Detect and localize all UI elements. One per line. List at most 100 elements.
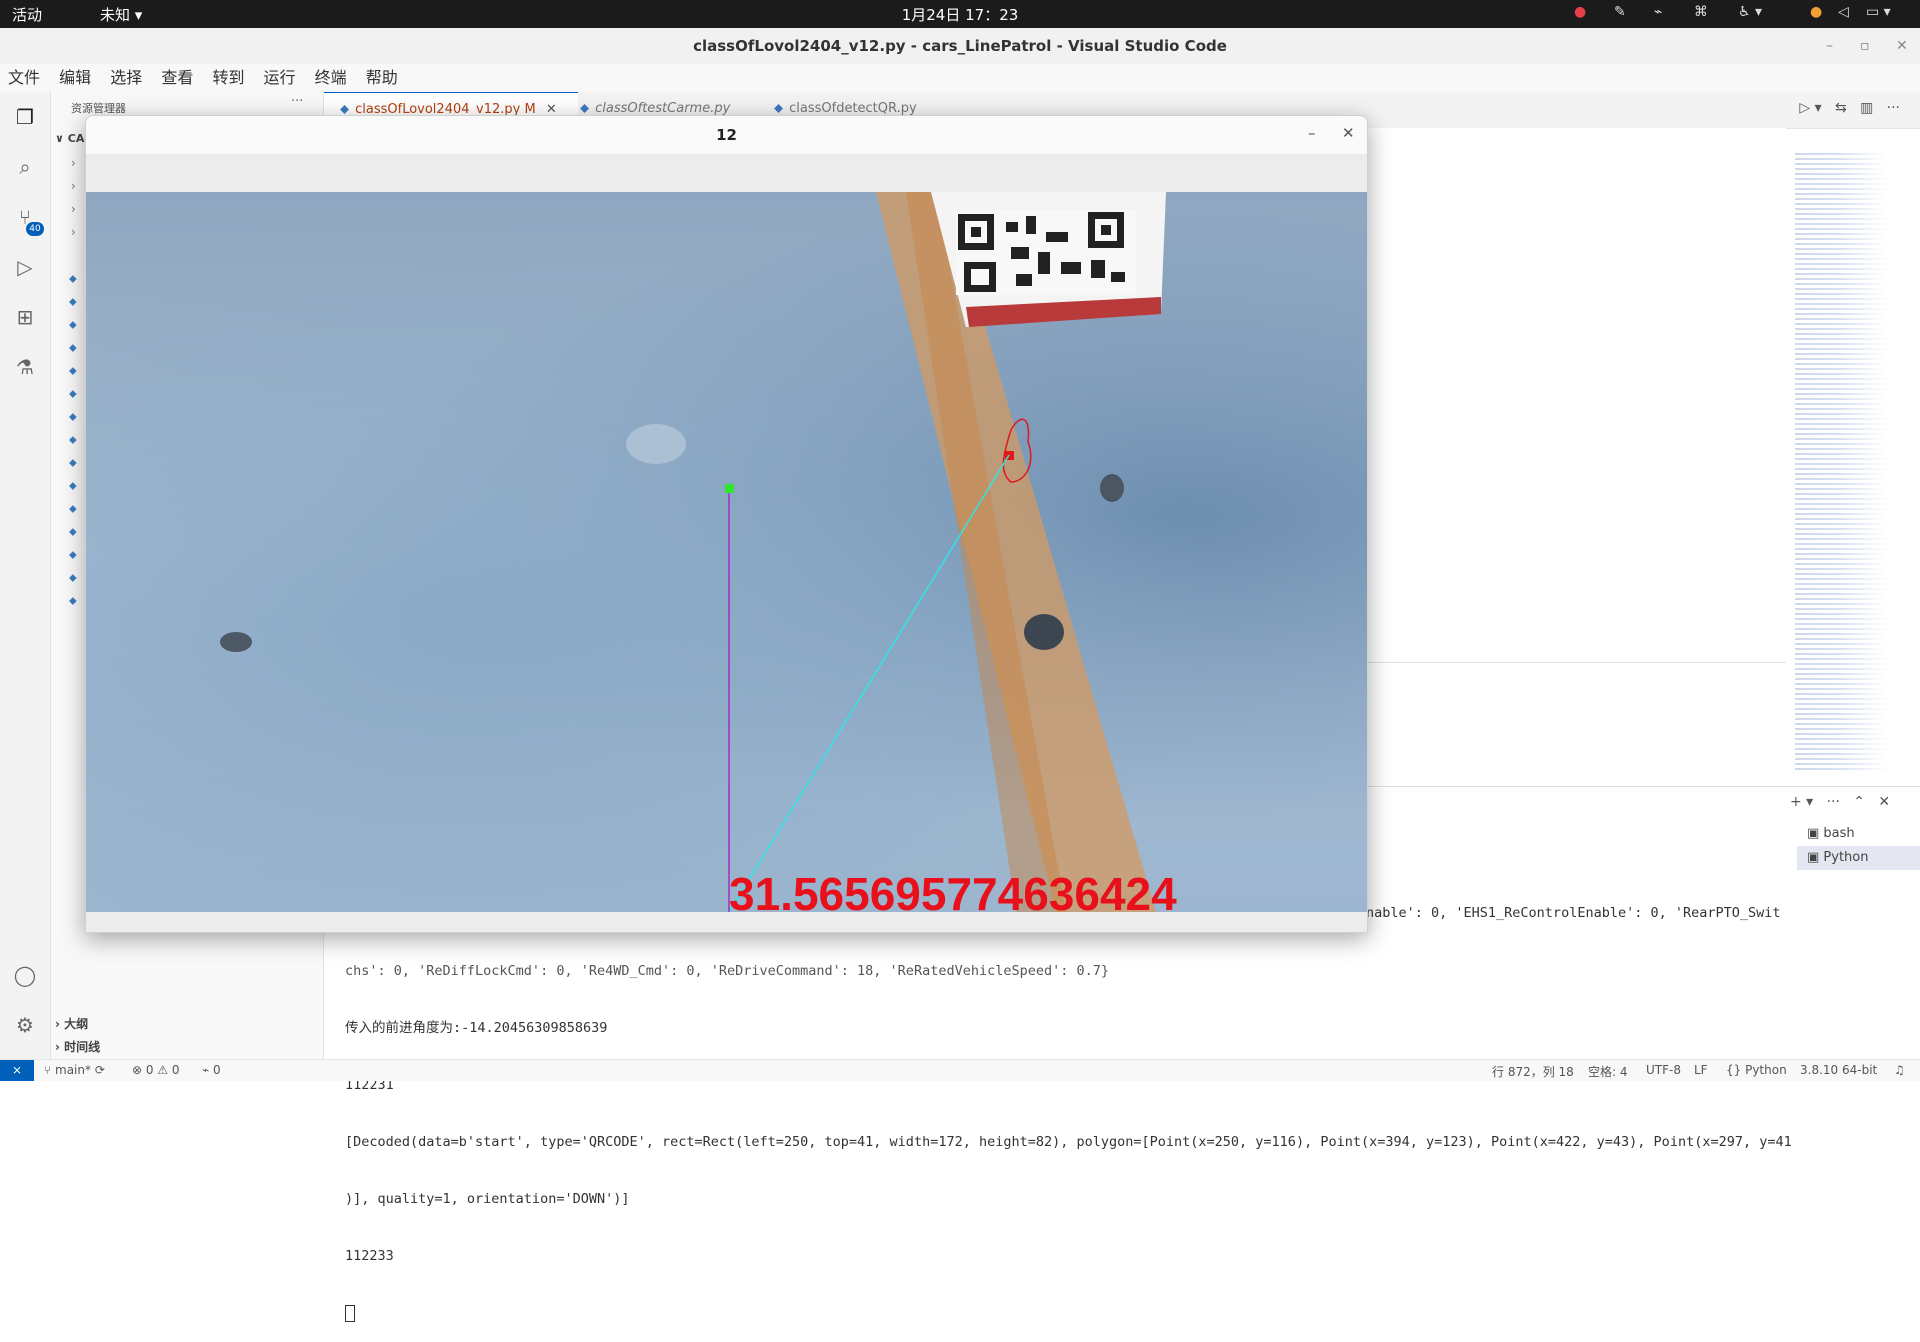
python-file-icon[interactable]: ⬥ bbox=[69, 594, 77, 608]
branch-indicator[interactable]: ⑂ main* ⟳ bbox=[44, 1063, 105, 1077]
problems-indicator[interactable]: ⊗ 0 ⚠ 0 bbox=[132, 1063, 180, 1077]
menu-edit[interactable]: 编辑 bbox=[59, 64, 91, 92]
chevron-right-icon[interactable]: › bbox=[71, 225, 76, 239]
notifications-bell-icon[interactable]: ♫ bbox=[1894, 1063, 1905, 1077]
status-dot-icon[interactable]: ● bbox=[1810, 4, 1822, 20]
tab-label: classOfdetectQR.py bbox=[789, 101, 917, 116]
qr-code-icon bbox=[956, 210, 1136, 295]
branch-name: main* bbox=[55, 1063, 91, 1077]
python-file-icon[interactable]: ⬥ bbox=[69, 341, 77, 355]
clock[interactable]: 1月24日 17：23 bbox=[900, 4, 1020, 25]
terminal-line: chs': 0, 'ReDiffLockCmd': 0, 'Re4WD_Cmd'… bbox=[345, 963, 1110, 979]
python-file-icon[interactable]: ⬥ bbox=[69, 456, 77, 470]
indentation[interactable]: 空格: 4 bbox=[1588, 1063, 1628, 1080]
python-interpreter[interactable]: 3.8.10 64-bit bbox=[1800, 1063, 1877, 1077]
battery-icon[interactable]: ▭ ▾ bbox=[1866, 4, 1891, 20]
rock bbox=[626, 424, 686, 464]
minimap[interactable] bbox=[1795, 150, 1910, 770]
camera-frame: 31.565695774636424 bbox=[86, 192, 1367, 912]
python-file-icon[interactable]: ⬥ bbox=[69, 318, 77, 332]
terminal-item-label: bash bbox=[1823, 826, 1855, 841]
terminal-item-python[interactable]: ▣ Python bbox=[1797, 846, 1920, 870]
edit-icon[interactable]: ✎ bbox=[1614, 4, 1626, 20]
terminal-output[interactable]: chs': 0, 'ReDiffLockCmd': 0, 'Re4WD_Cmd'… bbox=[345, 904, 1792, 1342]
editor-area[interactable] bbox=[1366, 128, 1786, 638]
python-file-icon[interactable]: ⬥ bbox=[69, 502, 77, 516]
accessibility-icon[interactable]: ♿ ▾ bbox=[1738, 4, 1762, 20]
terminal-line: )], quality=1, orientation='DOWN')] bbox=[345, 1191, 630, 1207]
testing-icon[interactable]: ⚗ bbox=[12, 354, 38, 380]
account-icon[interactable]: ◯ bbox=[12, 962, 38, 988]
menu-run[interactable]: 运行 bbox=[264, 64, 296, 92]
ports-indicator[interactable]: ⌁ 0 bbox=[202, 1063, 221, 1077]
timeline-label: 时间线 bbox=[64, 1040, 101, 1054]
explorer-icon[interactable]: ❐ bbox=[12, 104, 38, 130]
eol[interactable]: LF bbox=[1694, 1063, 1708, 1077]
menu-goto[interactable]: 转到 bbox=[212, 64, 244, 92]
command-icon[interactable]: ⌘ bbox=[1694, 4, 1708, 20]
new-terminal-icon[interactable]: + ▾ bbox=[1790, 794, 1813, 810]
timeline-section[interactable]: › 时间线 bbox=[55, 1038, 100, 1055]
network-icon[interactable]: ⌁ bbox=[1654, 4, 1662, 20]
python-file-icon[interactable]: ⬥ bbox=[69, 387, 77, 401]
volume-icon[interactable]: ◁ bbox=[1838, 4, 1849, 20]
language-mode[interactable]: {} Python bbox=[1726, 1063, 1787, 1077]
activities-button[interactable]: 活动 bbox=[12, 4, 42, 25]
panel-border bbox=[1366, 786, 1920, 787]
python-file-icon: ⬥ bbox=[580, 101, 590, 116]
outline-section[interactable]: › 大纲 bbox=[55, 1015, 88, 1032]
system-top-bar: 活动 未知 ▾ 1月24日 17：23 ● ✎ ⌁ ⌘ ♿ ▾ ● ◁ ▭ ▾ bbox=[0, 0, 1920, 28]
settings-gear-icon[interactable]: ⚙ bbox=[12, 1012, 38, 1038]
python-file-icon[interactable]: ⬥ bbox=[69, 433, 77, 447]
more-actions-icon[interactable]: ··· bbox=[1827, 794, 1840, 810]
menu-file[interactable]: 文件 bbox=[8, 64, 40, 92]
camera-overlay: 31.565695774636424 bbox=[220, 192, 1177, 912]
workspace-folder[interactable]: ∨ CA bbox=[55, 132, 84, 145]
close-panel-icon[interactable]: ✕ bbox=[1878, 794, 1890, 810]
terminal-line: [Decoded(data=b'start', type='QRCODE', r… bbox=[345, 1134, 1792, 1150]
python-file-icon[interactable]: ⬥ bbox=[69, 272, 77, 286]
terminal-toolbar: + ▾ ··· ⌃ ✕ bbox=[1790, 794, 1890, 810]
maximize-panel-icon[interactable]: ⌃ bbox=[1853, 794, 1865, 810]
opencv-image-window[interactable]: 12 – ✕ 31.565695774636424 bbox=[85, 115, 1368, 933]
close-icon[interactable]: ✕ bbox=[1896, 28, 1908, 64]
menu-terminal[interactable]: 终端 bbox=[315, 64, 347, 92]
python-file-icon[interactable]: ⬥ bbox=[69, 571, 77, 585]
remote-indicator-icon[interactable]: ⨯ bbox=[0, 1060, 34, 1081]
menu-help[interactable]: 帮助 bbox=[366, 64, 398, 92]
encoding[interactable]: UTF-8 bbox=[1646, 1063, 1681, 1077]
extensions-icon[interactable]: ⊞ bbox=[12, 304, 38, 330]
python-file-icon[interactable]: ⬥ bbox=[69, 364, 77, 378]
terminal-list: ▣ bash ▣ Python bbox=[1797, 822, 1920, 870]
close-icon[interactable]: ✕ bbox=[1342, 124, 1355, 142]
run-debug-icon[interactable]: ▷ bbox=[12, 254, 38, 280]
editor-actions[interactable]: ▷ ▾ ⇆ ▥ ··· bbox=[1799, 100, 1900, 116]
chevron-right-icon[interactable]: › bbox=[71, 202, 76, 216]
python-file-icon[interactable]: ⬥ bbox=[69, 548, 77, 562]
input-method-menu[interactable]: 未知 ▾ bbox=[100, 4, 142, 25]
cursor-position[interactable]: 行 872，列 18 bbox=[1492, 1063, 1574, 1080]
terminal-item-bash[interactable]: ▣ bash bbox=[1797, 822, 1920, 846]
minimize-icon[interactable]: – bbox=[1826, 28, 1833, 64]
cv-window-title: 12 bbox=[716, 126, 737, 144]
alert-icon[interactable]: ● bbox=[1574, 4, 1586, 20]
ports-count: 0 bbox=[213, 1063, 221, 1077]
angle-overlay-text: 31.565695774636424 bbox=[729, 868, 1177, 912]
python-file-icon[interactable]: ⬥ bbox=[69, 479, 77, 493]
more-actions-icon[interactable]: ··· bbox=[291, 94, 303, 109]
terminal-cursor bbox=[345, 1304, 1775, 1323]
python-file-icon[interactable]: ⬥ bbox=[69, 410, 77, 424]
maximize-icon[interactable]: ▫ bbox=[1860, 28, 1870, 64]
minimize-icon[interactable]: – bbox=[1308, 124, 1316, 142]
search-icon[interactable]: ⌕ bbox=[12, 154, 38, 180]
chevron-right-icon[interactable]: › bbox=[71, 179, 76, 193]
menu-select[interactable]: 选择 bbox=[110, 64, 142, 92]
python-file-icon[interactable]: ⬥ bbox=[69, 525, 77, 539]
activity-bar: ❐ ⌕ ⑂ 40 ▷ ⊞ ⚗ ◯ ⚙ bbox=[0, 92, 51, 1059]
chevron-right-icon[interactable]: › bbox=[71, 156, 76, 170]
cv-statusbar bbox=[86, 912, 1367, 932]
dirt-spot bbox=[1024, 614, 1064, 650]
menu-view[interactable]: 查看 bbox=[161, 64, 193, 92]
outline-label: 大纲 bbox=[64, 1017, 89, 1031]
python-file-icon[interactable]: ⬥ bbox=[69, 295, 77, 309]
